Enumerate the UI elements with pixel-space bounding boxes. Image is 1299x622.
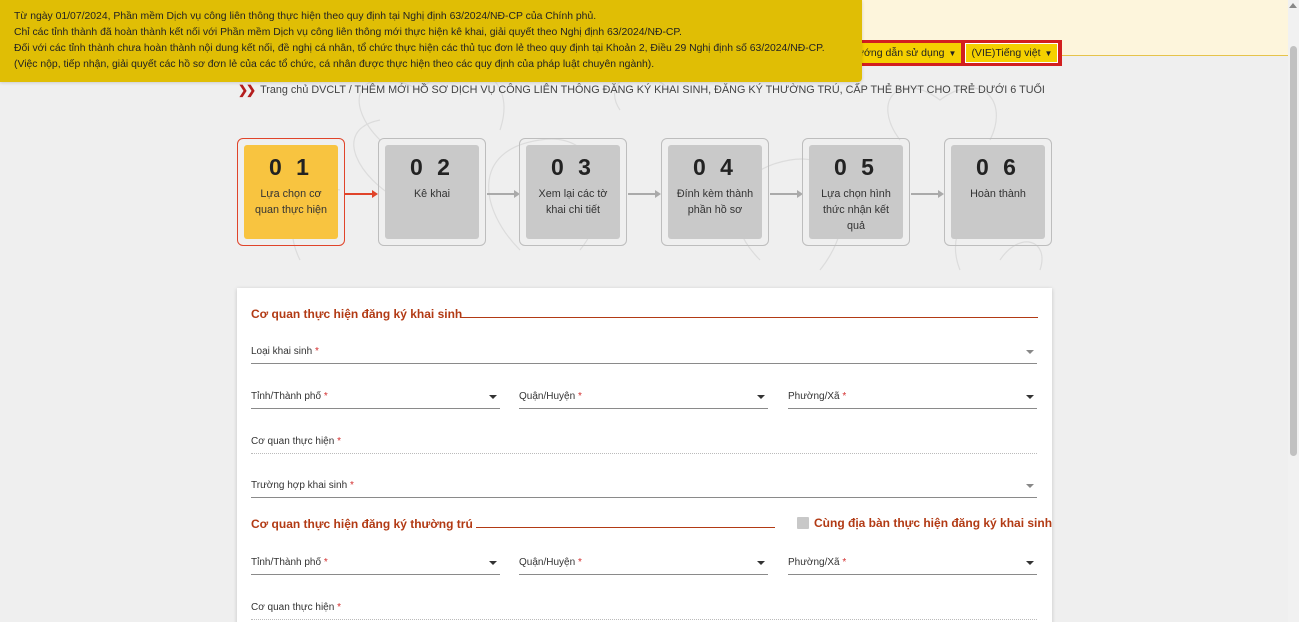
birth-case-select[interactable]: Trường hợp khai sinh * [251, 474, 1037, 498]
field-label: Phường/Xã * [788, 557, 847, 568]
step-box: 0 3 Xem lại các tờ khai chi tiết [526, 145, 620, 239]
step-arrow-icon [487, 190, 520, 198]
step-arrow-icon [345, 190, 378, 198]
birth-section-title: Cơ quan thực hiện đăng ký khai sinh [251, 307, 463, 321]
step-arrow-icon [911, 190, 944, 198]
chevron-down-icon: ▼ [1044, 48, 1053, 58]
step-arrow-icon [628, 190, 661, 198]
notice-line: Chỉ các tỉnh thành đã hoàn thành kết nối… [14, 27, 682, 38]
step-1[interactable]: 0 1 Lựa chọn cơ quan thực hiện [237, 138, 345, 246]
scrollbar-thumb[interactable] [1290, 46, 1297, 456]
step-number: 0 4 [693, 154, 737, 180]
notice-banner: Từ ngày 01/07/2024, Phần mềm Dịch vụ côn… [0, 0, 862, 82]
birth-ward-select[interactable]: Phường/Xã * [788, 385, 1037, 409]
field-label: Cơ quan thực hiện * [251, 602, 341, 613]
field-label: Phường/Xã * [788, 391, 847, 402]
step-box: 0 2 Kê khai [385, 145, 479, 239]
section-divider [461, 317, 1038, 318]
step-label: Kê khai [413, 188, 450, 200]
step-number: 0 1 [269, 154, 313, 180]
residence-section-title: Cơ quan thực hiện đăng ký thường trú [251, 517, 473, 531]
step-label: Lựa chọn hình thức nhận kết quả [821, 188, 891, 232]
step-number: 0 3 [551, 154, 595, 180]
dropdown-arrow-icon [757, 395, 765, 399]
field-label: Quận/Huyện * [519, 557, 582, 568]
step-box: 0 1 Lựa chọn cơ quan thực hiện [244, 145, 338, 239]
field-label: Trường hợp khai sinh * [251, 480, 354, 491]
user-guide-dropdown[interactable]: ướng dẫn sử dụng ▼ [852, 43, 962, 63]
step-label: Hoàn thành [970, 188, 1026, 200]
double-chevron-right-icon: ❯❯ [238, 83, 256, 97]
birth-district-select[interactable]: Quận/Huyện * [519, 385, 768, 409]
birth-province-select[interactable]: Tỉnh/Thành phố * [251, 385, 500, 409]
field-label: Tỉnh/Thành phố * [251, 391, 328, 402]
chevron-down-icon: ▼ [948, 48, 957, 58]
checkbox-icon[interactable] [797, 517, 809, 529]
breadcrumb-text[interactable]: Trang chủ DVCLT / THÊM MỚI HỒ SƠ DỊCH VỤ… [260, 84, 1045, 96]
step-box: 0 5 Lựa chọn hình thức nhận kết quả [809, 145, 903, 239]
dropdown-arrow-icon [1026, 561, 1034, 565]
dropdown-arrow-icon [1026, 484, 1034, 488]
page-scrollbar[interactable] [1288, 0, 1299, 622]
same-area-label: Cùng địa bàn thực hiện đăng ký khai sinh [814, 516, 1053, 530]
same-area-checkbox[interactable]: Cùng địa bàn thực hiện đăng ký khai sinh [797, 516, 1052, 530]
residence-agency-select[interactable]: Cơ quan thực hiện * [251, 596, 1037, 620]
step-box: 0 6 Hoàn thành [951, 145, 1045, 239]
residence-district-select[interactable]: Quận/Huyện * [519, 551, 768, 575]
header-toolbar: ướng dẫn sử dụng ▼ (VIE)Tiếng việt ▼ [848, 40, 1063, 66]
language-dropdown[interactable]: (VIE)Tiếng việt ▼ [965, 43, 1059, 63]
dropdown-arrow-icon [1026, 350, 1034, 354]
step-label: Đính kèm thành phần hồ sơ [676, 188, 754, 216]
step-arrow-icon [770, 190, 803, 198]
residence-province-select[interactable]: Tỉnh/Thành phố * [251, 551, 500, 575]
notice-line: Từ ngày 01/07/2024, Phần mềm Dịch vụ côn… [14, 11, 597, 22]
field-label: Cơ quan thực hiện * [251, 436, 341, 447]
dropdown-arrow-icon [489, 395, 497, 399]
dropdown-arrow-icon [1026, 395, 1034, 399]
step-box: 0 4 Đính kèm thành phần hồ sơ [668, 145, 762, 239]
step-number: 0 5 [834, 154, 878, 180]
step-5[interactable]: 0 5 Lựa chọn hình thức nhận kết quả [802, 138, 910, 246]
dropdown-arrow-icon [489, 561, 497, 565]
step-label: Xem lại các tờ khai chi tiết [538, 188, 608, 216]
breadcrumb: ❯❯ Trang chủ DVCLT / THÊM MỚI HỒ SƠ DỊCH… [238, 83, 1045, 97]
step-number: 0 6 [976, 154, 1020, 180]
step-label: Lựa chọn cơ quan thực hiện [254, 188, 328, 216]
language-label: (VIE)Tiếng việt [971, 47, 1041, 59]
step-number: 0 2 [410, 154, 454, 180]
dropdown-arrow-icon [757, 561, 765, 565]
step-3[interactable]: 0 3 Xem lại các tờ khai chi tiết [519, 138, 627, 246]
user-guide-label: ướng dẫn sử dụng [857, 47, 945, 59]
notice-line: (Việc nộp, tiếp nhận, giải quyết các hồ … [14, 59, 655, 70]
field-label: Quận/Huyện * [519, 391, 582, 402]
section-divider [476, 527, 775, 528]
notice-line: Đối với các tỉnh thành chưa hoàn thành n… [14, 43, 825, 54]
form-card: Cơ quan thực hiện đăng ký khai sinh Loại… [237, 288, 1052, 622]
birth-agency-select[interactable]: Cơ quan thực hiện * [251, 430, 1037, 454]
field-label: Loại khai sinh * [251, 346, 319, 357]
step-4[interactable]: 0 4 Đính kèm thành phần hồ sơ [661, 138, 769, 246]
step-6[interactable]: 0 6 Hoàn thành [944, 138, 1052, 246]
scroll-up-arrow-icon[interactable] [1289, 3, 1297, 8]
residence-ward-select[interactable]: Phường/Xã * [788, 551, 1037, 575]
birth-type-select[interactable]: Loại khai sinh * [251, 340, 1037, 364]
field-label: Tỉnh/Thành phố * [251, 557, 328, 568]
step-2[interactable]: 0 2 Kê khai [378, 138, 486, 246]
